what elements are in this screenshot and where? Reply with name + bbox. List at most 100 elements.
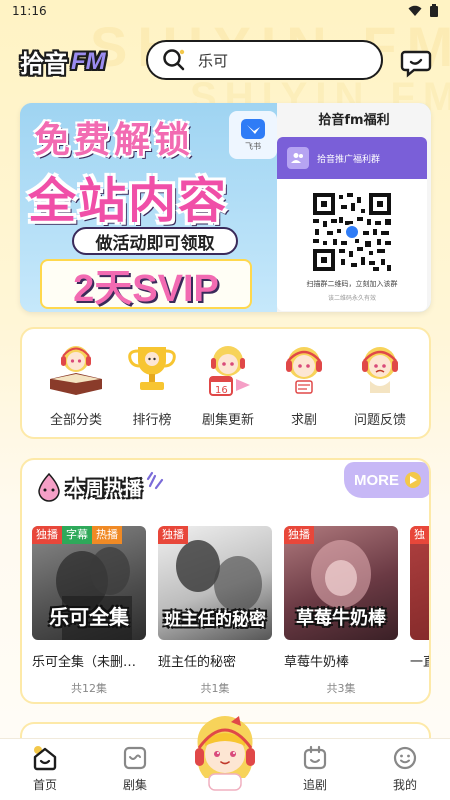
tag-exclusive: 独播 <box>284 526 314 544</box>
status-icons <box>408 4 438 17</box>
quick-item-ranking[interactable]: 排行榜 <box>114 339 190 431</box>
search-icon <box>163 49 185 71</box>
request-mascot-icon <box>274 339 334 399</box>
drama-name: 乐可全集（未删… <box>32 655 137 670</box>
drama-card[interactable]: 独播 班主任的秘密 班主任的秘密 共1集 <box>158 526 272 696</box>
logo-fm-text: FM <box>71 47 106 75</box>
quick-item-updates[interactable]: 16 剧集更新 <box>190 339 266 431</box>
calendar-mascot-icon: 16 <box>198 339 258 399</box>
drama-card[interactable]: 独 一直 <box>410 526 429 670</box>
drama-cover: 独 <box>410 526 429 640</box>
episode-count: 共1集 <box>200 682 230 695</box>
episode-count: 共12集 <box>71 682 107 695</box>
feishu-badge: 飞书 <box>229 111 277 159</box>
play-arrow-icon <box>405 472 421 488</box>
cover-title: 草莓牛奶棒 <box>296 608 386 628</box>
mascot-icon <box>195 716 255 791</box>
status-time: 11:16 <box>12 4 47 18</box>
hot-section-header: 本周热播 <box>34 471 166 502</box>
drama-tags: 独播 字幕 热播 <box>32 526 122 544</box>
header: 拾音 FM 乐可 <box>0 38 450 82</box>
group-card: 拾音推广福利群 扫描群二维码，立刻加入该群 该二维码永久有效 <box>277 137 427 311</box>
drama-tags: 独 <box>410 526 429 544</box>
banner-headline-1: 免费解锁 <box>34 119 195 160</box>
feishu-label: 飞书 <box>245 141 261 151</box>
tag-subtitle: 字幕 <box>62 526 92 544</box>
quick-label-categories: 全部分类 <box>49 413 102 428</box>
message-icon <box>400 50 432 78</box>
trophy-icon <box>122 339 182 399</box>
scan-instruction: 扫描群二维码，立刻加入该群 <box>306 280 398 288</box>
tab-label-drama: 剧集 <box>122 778 147 792</box>
book-mascot-icon <box>46 339 106 399</box>
drama-icon <box>123 746 147 770</box>
search-value: 乐可 <box>198 51 229 70</box>
app-logo: 拾音 FM <box>20 44 106 79</box>
qr-validity: 该二维码永久有效 <box>327 295 376 302</box>
quick-label-updates: 剧集更新 <box>201 413 254 428</box>
drama-cover: 独播 草莓牛奶棒 <box>284 526 398 640</box>
drama-card[interactable]: 独播 字幕 热播 乐可全集 乐可全集（未删… 共12集 <box>32 526 146 696</box>
group-head: 拾音推广福利群 <box>277 137 427 179</box>
logo-text: 拾音 <box>20 51 68 78</box>
tab-label-profile: 我的 <box>392 778 417 792</box>
qr-code <box>311 191 393 273</box>
quick-menu: 全部分类 排行榜 16 剧集更新 求剧 问题反馈 <box>20 327 431 439</box>
follow-icon <box>303 745 327 770</box>
center-mascot-button[interactable] <box>191 712 259 792</box>
tag-exclusive: 独播 <box>158 526 188 544</box>
tab-profile[interactable]: 我的 <box>375 745 435 793</box>
group-title: 拾音fm福利 <box>318 113 390 128</box>
drama-name: 草莓牛奶棒 <box>284 655 350 670</box>
quick-label-ranking: 排行榜 <box>132 413 172 428</box>
quick-item-feedback[interactable]: 问题反馈 <box>342 339 418 431</box>
drama-tags: 独播 <box>284 526 314 544</box>
hot-section: 本周热播 MORE 独播 字幕 热播 乐可全集 乐可全集（未删… 共12集 独播… <box>20 458 431 704</box>
flame-mascot-icon <box>38 472 60 502</box>
group-name: 拾音推广福利群 <box>317 154 381 165</box>
profile-icon <box>393 746 417 770</box>
tag-exclusive: 独播 <box>32 526 62 544</box>
cover-title: 班主任的秘密 <box>164 610 266 629</box>
hot-section-title: 本周热播 <box>66 478 143 500</box>
banner-subline: 做活动即可领取 <box>72 227 238 255</box>
svg-text:16: 16 <box>215 385 228 396</box>
promo-banner[interactable]: 免费解锁 全站内容 做活动即可领取 2天SVIP 飞书 拾音fm福利 拾音推广福… <box>20 103 431 312</box>
drama-card[interactable]: 独播 草莓牛奶棒 草莓牛奶棒 共3集 <box>284 526 398 696</box>
tab-home[interactable]: 首页 <box>15 745 75 793</box>
group-avatar <box>287 147 309 169</box>
more-label: MORE <box>354 471 399 489</box>
battery-icon <box>430 4 438 17</box>
search-input[interactable]: 乐可 <box>146 40 383 80</box>
wifi-icon <box>408 5 422 16</box>
sparkle-icon <box>146 471 164 490</box>
feedback-mascot-icon <box>350 339 410 399</box>
group-people-icon <box>291 153 303 163</box>
feishu-icon <box>241 118 265 139</box>
drama-name: 一直 <box>410 655 429 670</box>
quick-item-categories[interactable]: 全部分类 <box>38 339 114 431</box>
drama-name: 班主任的秘密 <box>158 655 237 670</box>
quick-label-request: 求剧 <box>290 413 317 428</box>
tab-drama[interactable]: 剧集 <box>105 745 165 793</box>
tab-label-home: 首页 <box>32 778 57 792</box>
cover-title: 乐可全集 <box>49 607 129 629</box>
episode-count: 共3集 <box>326 682 356 695</box>
banner-group-area: 拾音fm福利 拾音推广福利群 扫描群二维码，立刻加入该群 该二维码永久有效 <box>277 103 431 312</box>
drama-cover: 独播 班主任的秘密 <box>158 526 272 640</box>
tab-label-follow: 追剧 <box>302 778 327 792</box>
tab-follow[interactable]: 追剧 <box>285 745 345 793</box>
message-button[interactable] <box>400 46 432 78</box>
quick-item-request[interactable]: 求剧 <box>266 339 342 431</box>
drama-tags: 独播 <box>158 526 188 544</box>
home-icon <box>33 746 57 771</box>
quick-label-feedback: 问题反馈 <box>353 413 406 428</box>
banner-headline-2: 全站内容 <box>28 175 229 228</box>
tag-hot: 热播 <box>92 526 122 544</box>
banner-promo-text: 2天SVIP <box>40 259 252 310</box>
drama-cover: 独播 字幕 热播 乐可全集 <box>32 526 146 640</box>
banner-promo-area: 免费解锁 全站内容 做活动即可领取 2天SVIP 飞书 <box>20 103 295 312</box>
more-button[interactable]: MORE <box>344 462 429 498</box>
status-bar: 11:16 <box>0 0 450 24</box>
tag-exclusive: 独 <box>410 526 429 544</box>
